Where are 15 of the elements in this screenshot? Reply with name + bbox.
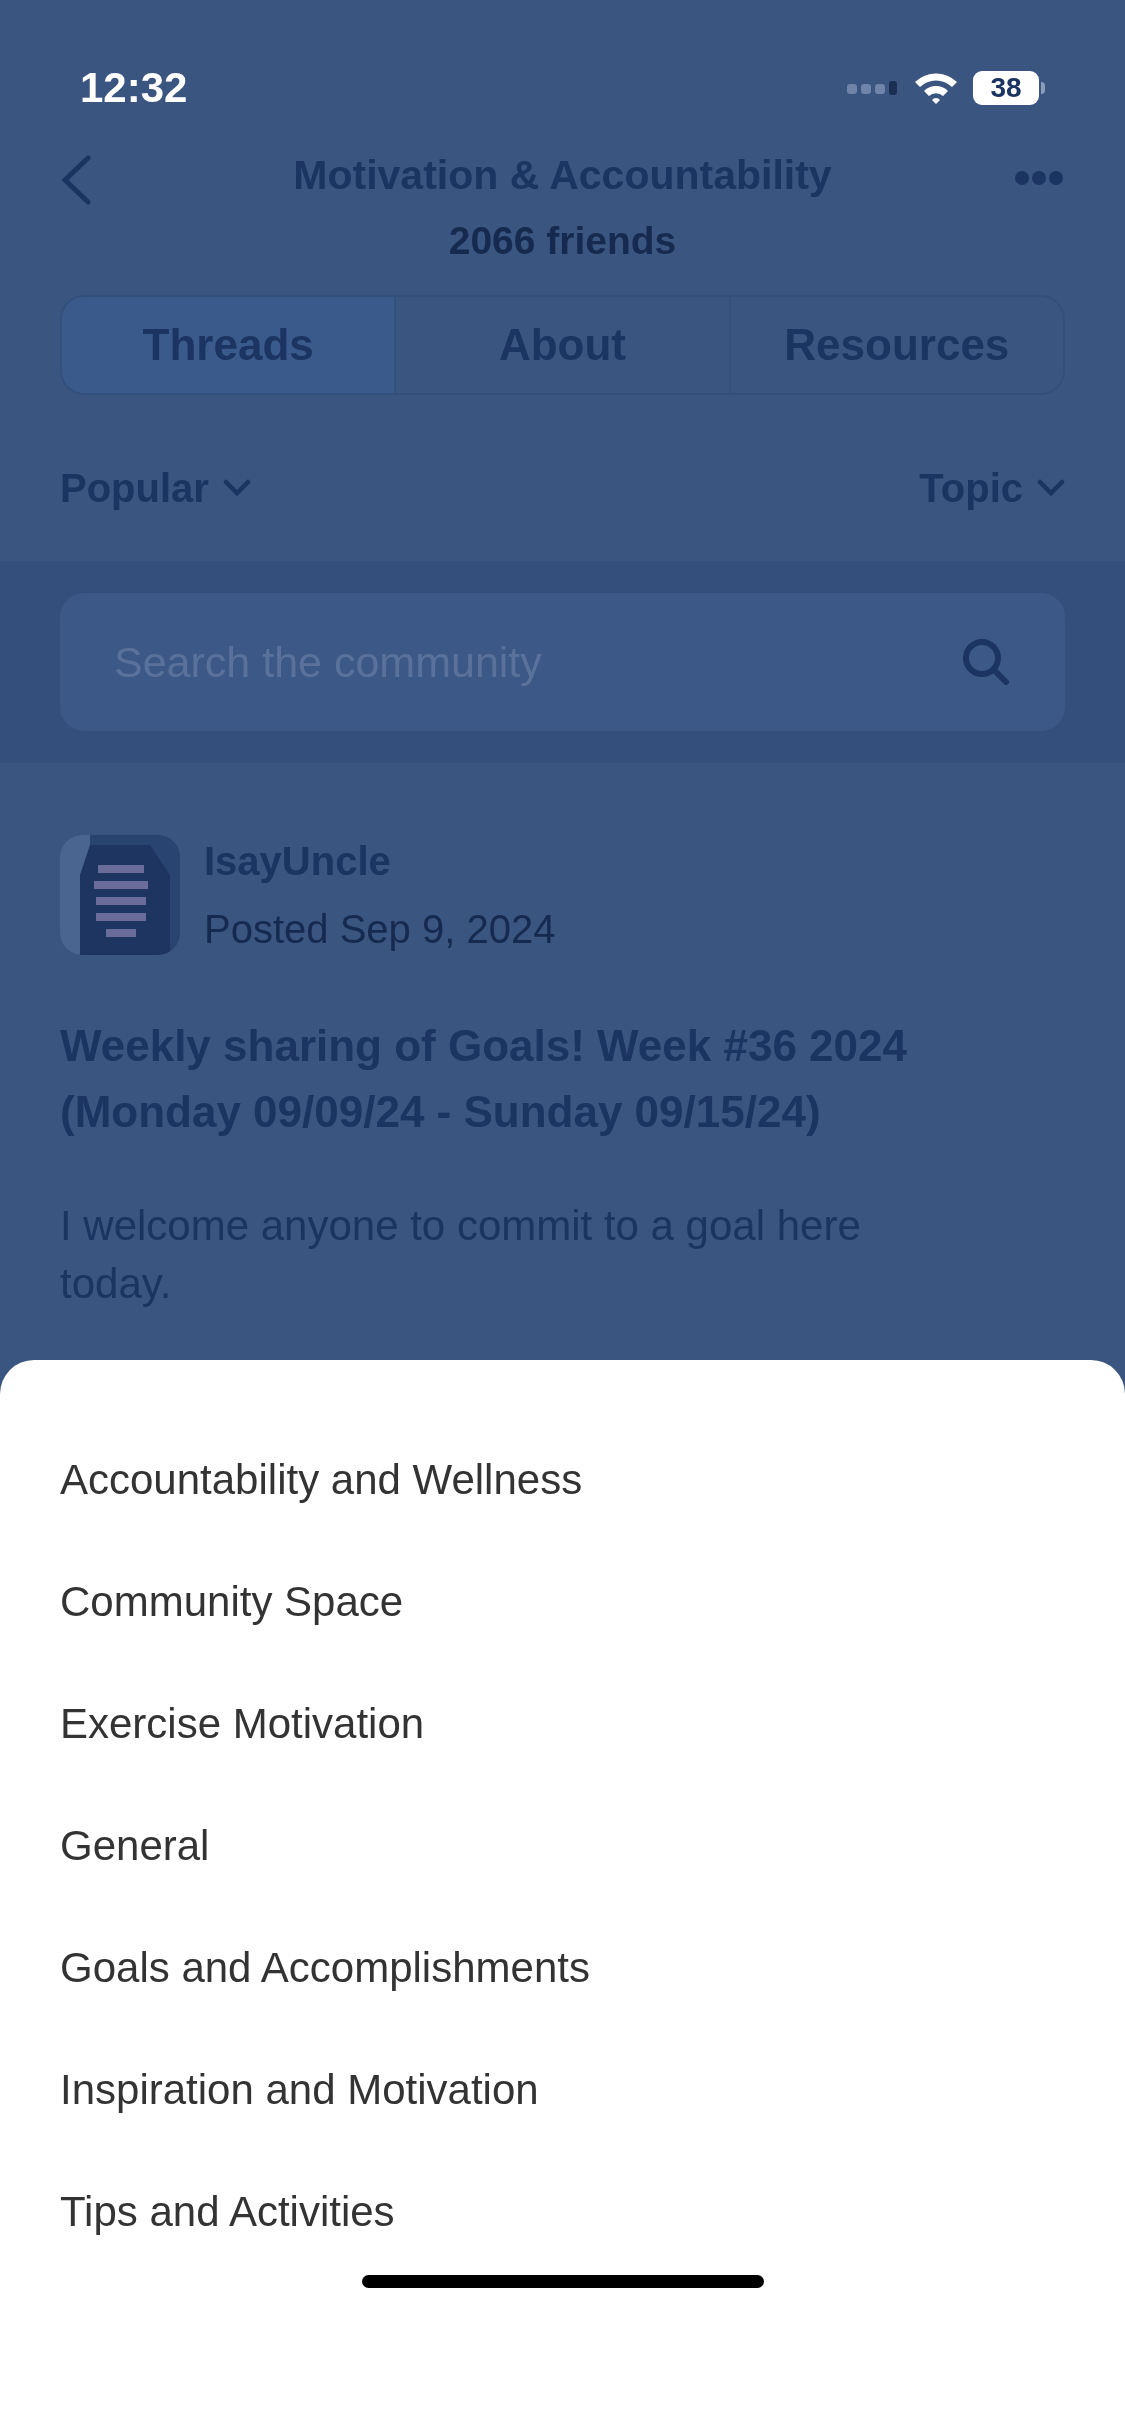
topic-option[interactable]: Community Space <box>0 1540 1125 1662</box>
chevron-down-icon <box>1037 479 1065 497</box>
chevron-down-icon <box>222 479 251 497</box>
topic-option[interactable]: Tips and Activities <box>0 2150 1125 2272</box>
back-icon[interactable] <box>60 155 92 205</box>
wifi-icon <box>913 70 959 105</box>
topic-option[interactable]: General <box>0 1784 1125 1906</box>
topic-option[interactable]: Exercise Motivation <box>0 1662 1125 1784</box>
more-icon[interactable] <box>1015 171 1063 185</box>
topic-option[interactable]: Goals and Accomplishments <box>0 1906 1125 2028</box>
status-time: 12:32 <box>80 63 188 113</box>
search-icon[interactable] <box>961 637 1011 687</box>
topic-option[interactable]: Accountability and Wellness <box>0 1418 1125 1540</box>
topic-option[interactable]: Inspiration and Motivation <box>0 2028 1125 2150</box>
signal-icon <box>847 80 899 95</box>
